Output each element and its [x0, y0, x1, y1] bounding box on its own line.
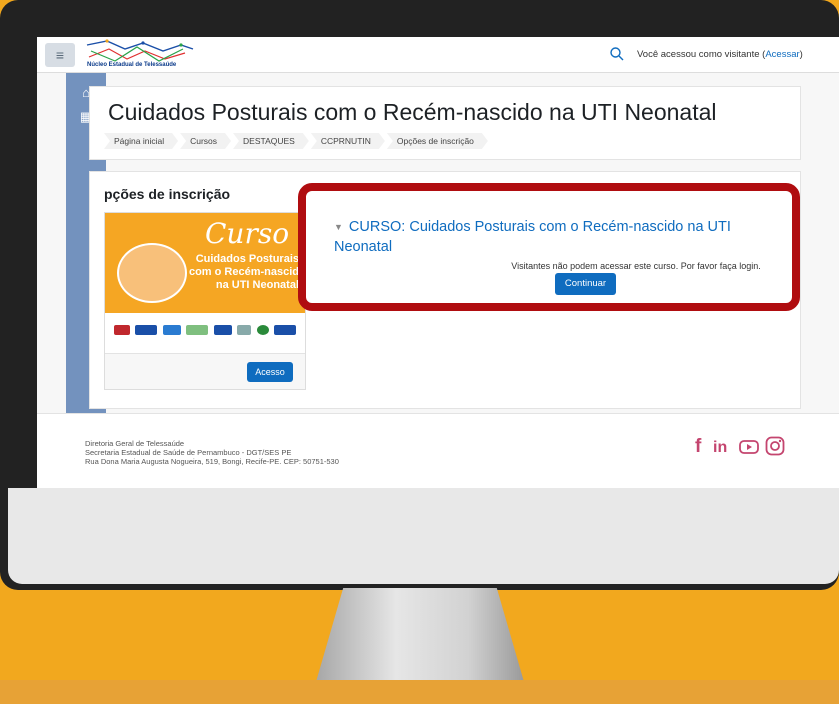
- partner-logo: [135, 325, 158, 335]
- enrolment-highlight-box: ▼ CURSO: Cuidados Posturais com o Recém-n…: [298, 183, 800, 311]
- top-navbar: ≡ Núcleo Estadual de Telessaúde Você ace…: [37, 37, 839, 73]
- breadcrumb-current: Opções de inscrição: [387, 133, 488, 149]
- footer-line-3: Rua Dona Maria Augusta Nogueira, 519, Bo…: [85, 457, 339, 466]
- enrolment-method-title[interactable]: ▼ CURSO: Cuidados Posturais com o Recém-n…: [334, 217, 774, 257]
- facebook-icon[interactable]: f: [695, 436, 701, 458]
- continue-button[interactable]: Continuar: [555, 273, 616, 295]
- banner-curso-text: Curso: [205, 217, 290, 250]
- youtube-icon[interactable]: [739, 438, 759, 456]
- page-title: Cuidados Posturais com o Recém-nascido n…: [108, 99, 717, 125]
- access-button[interactable]: Acesso: [247, 362, 293, 382]
- logo-text: Núcleo Estadual de Telessaúde: [87, 62, 177, 68]
- breadcrumb-destaques[interactable]: DESTAQUES: [233, 133, 309, 149]
- course-card: Curso Cuidados Posturais com o Recém-nas…: [104, 212, 306, 390]
- sus-logo: [213, 325, 232, 335]
- monitor-chin: [8, 488, 839, 584]
- floor-strip: [0, 680, 839, 704]
- telessaude-small-logo: [186, 325, 209, 335]
- banner-line-1: Cuidados Posturais: [195, 253, 299, 265]
- page-header: Cuidados Posturais com o Recém-nascido n…: [89, 86, 801, 160]
- section-title: pções de inscrição: [104, 186, 231, 202]
- partner-logo: [237, 325, 252, 335]
- breadcrumb-cursos[interactable]: Cursos: [180, 133, 231, 149]
- upe-logo: [113, 325, 130, 335]
- course-banner-image: Curso Cuidados Posturais com o Recém-nas…: [105, 213, 305, 313]
- banner-line-2: com o Recém-nascid: [188, 266, 299, 278]
- breadcrumb: Página inicial Cursos DESTAQUES CCPRNUTI…: [104, 133, 490, 149]
- page-footer: Diretoria Geral de Telessaúde Secretaria…: [37, 413, 839, 488]
- partner-logo: [162, 325, 181, 335]
- breadcrumb-course[interactable]: CCPRNUTIN: [311, 133, 385, 149]
- partner-logos: [105, 313, 305, 347]
- pernambuco-logo: [274, 325, 297, 335]
- banner-line-3: na UTI Neonatal: [215, 279, 299, 291]
- search-icon[interactable]: [609, 46, 625, 62]
- breadcrumb-home[interactable]: Página inicial: [104, 133, 178, 149]
- baby-illustration: [117, 243, 187, 303]
- footer-line-2: Secretaria Estadual de Saúde de Pernambu…: [85, 448, 292, 457]
- linkedin-icon[interactable]: in: [713, 439, 727, 457]
- course-card-footer: Acesso: [105, 353, 305, 389]
- hamburger-icon[interactable]: ≡: [45, 43, 75, 67]
- instagram-icon[interactable]: [765, 436, 785, 456]
- guest-access-message: Visitantes não podem acessar este curso.…: [511, 261, 761, 271]
- login-status: Você acessou como visitante (Acessar): [637, 49, 803, 60]
- enrolment-title-text: CURSO: Cuidados Posturais com o Recém-na…: [334, 219, 731, 256]
- caret-down-icon: ▼: [334, 222, 343, 233]
- login-link[interactable]: Acessar: [765, 49, 799, 60]
- login-status-suffix: ): [799, 49, 803, 60]
- footer-line-1: Diretoria Geral de Telessaúde: [85, 439, 185, 448]
- pernambuco-seal: [256, 325, 269, 335]
- login-status-prefix: Você acessou como visitante (: [637, 49, 766, 60]
